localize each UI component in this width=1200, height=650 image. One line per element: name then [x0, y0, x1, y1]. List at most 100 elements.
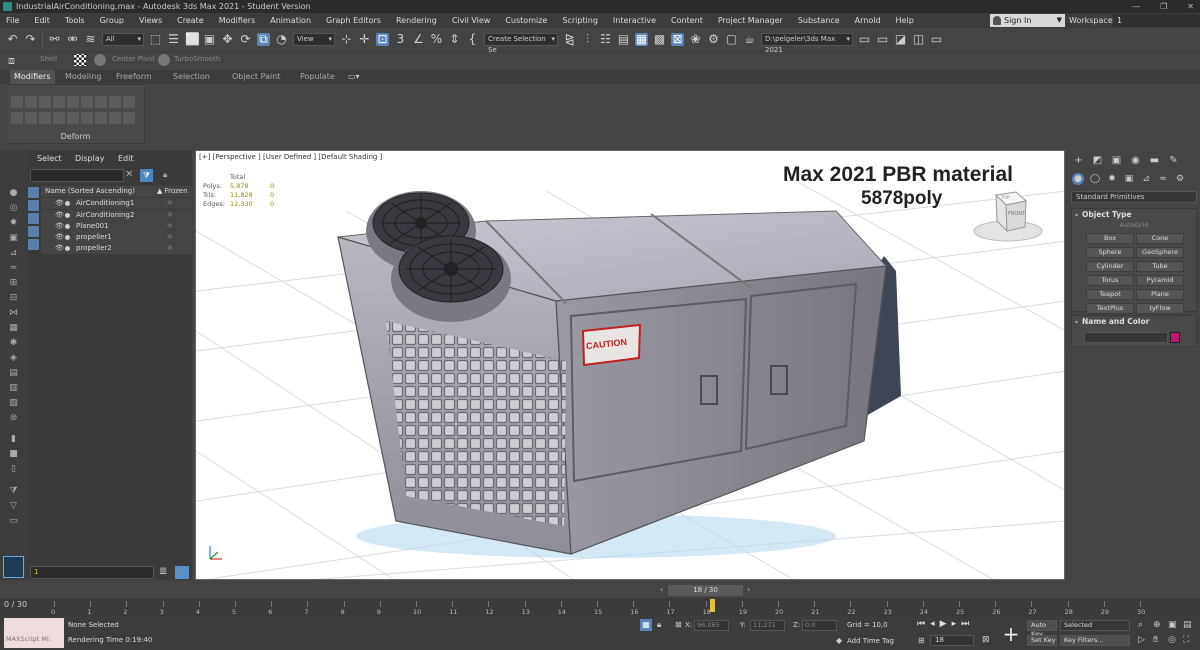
material-editor-icon[interactable]: ❀	[689, 33, 702, 46]
display-xrefs-icon[interactable]: ⊟	[7, 292, 20, 304]
scene-row[interactable]: 👁︎ AirConditioning2 ✱	[41, 210, 192, 221]
scene-menu-edit[interactable]: Edit	[118, 154, 134, 163]
menu-content[interactable]: Content	[671, 16, 703, 25]
filter-geometry-icon[interactable]	[28, 187, 39, 198]
explorer-mode-toggle[interactable]	[3, 556, 24, 578]
create-tab-icon[interactable]: +	[1072, 154, 1085, 167]
menu-animation[interactable]: Animation	[270, 16, 311, 25]
pyramid-button[interactable]: Pyramid	[1136, 275, 1184, 286]
x-coordinate-field[interactable]: 96,065	[694, 620, 729, 631]
rectangle-selection-icon[interactable]: ⬜	[185, 33, 200, 46]
stretch-icon[interactable]	[67, 96, 79, 108]
affect-region-icon[interactable]	[67, 112, 79, 124]
filter-lights-icon[interactable]	[28, 213, 39, 224]
menu-rendering[interactable]: Rendering	[396, 16, 437, 25]
layer-explorer-icon[interactable]: ▤	[617, 33, 630, 46]
zoom-extents-all-icon[interactable]: ▤	[1183, 620, 1192, 630]
pan-icon[interactable]: ✋︎	[1153, 635, 1158, 645]
display-all-icon[interactable]: ▤	[7, 367, 20, 379]
isolate-selection-icon[interactable]: ▦	[640, 619, 652, 631]
menu-edit[interactable]: Edit	[34, 16, 50, 25]
percent-snap-icon[interactable]: %	[430, 33, 443, 46]
y-coordinate-field[interactable]: 11,271	[750, 620, 785, 631]
noise-icon[interactable]	[53, 96, 65, 108]
previous-key-icon[interactable]: ◂	[930, 619, 935, 633]
select-and-move-icon[interactable]: ✥	[221, 33, 234, 46]
current-frame-marker[interactable]	[710, 599, 715, 612]
display-objects-icon[interactable]: ●	[7, 187, 20, 199]
viewcube[interactable]: TOP FRONT	[971, 189, 1046, 244]
menu-views[interactable]: Views	[139, 16, 162, 25]
layer-dropdown[interactable]: 1	[30, 566, 154, 579]
column-frozen-header[interactable]: ▲ Frozen	[157, 186, 188, 197]
select-by-name-icon[interactable]: ☰	[167, 33, 180, 46]
eye-icon[interactable]: 👁︎	[55, 221, 64, 232]
timeline[interactable]: 0 / 30 0 1 2 3 4 5 6 7 8 9 10 11 12 13 14 15 16 17 18 19 20 2…	[0, 598, 1200, 616]
substance-icon[interactable]: ◫	[912, 33, 925, 46]
hierarchy-tab-icon[interactable]: ▣	[1110, 154, 1123, 167]
center-pivot-button[interactable]: Center Pivot	[112, 55, 155, 63]
eye-icon[interactable]: 👁︎	[55, 210, 64, 221]
select-manipulate-icon[interactable]: ✛	[358, 33, 371, 46]
next-key-icon[interactable]: ▸	[952, 619, 957, 633]
workspaces-dropdown[interactable]: 1	[1113, 14, 1200, 27]
shapes-icon[interactable]: ◯	[1089, 173, 1101, 185]
viewcube-front-label[interactable]: FRONT	[1008, 211, 1025, 217]
add-time-tag[interactable]: Add Time Tag	[847, 637, 894, 645]
box-button[interactable]: Box	[1086, 233, 1134, 244]
menu-civil-view[interactable]: Civil View	[452, 16, 491, 25]
layers-icon[interactable]: ≣	[159, 566, 171, 579]
scene-row[interactable]: 👁︎ propeller2 ✱	[41, 243, 192, 254]
next-frame-icon[interactable]: ›	[747, 585, 750, 594]
frozen-icon[interactable]: ✱	[167, 221, 173, 232]
lock-icon[interactable]: 🔒︎	[163, 170, 167, 180]
filter-icon[interactable]: ⧩	[140, 169, 153, 182]
mirror-icon[interactable]: ⧎	[563, 33, 576, 46]
bend-icon[interactable]	[11, 96, 23, 108]
time-tag-icon[interactable]: ◆	[836, 636, 842, 645]
spacewarps-icon[interactable]: ≈	[1157, 173, 1169, 185]
spherify-icon[interactable]	[53, 112, 65, 124]
display-frozen-icon[interactable]: ✱	[7, 337, 20, 349]
selection-filter-dropdown[interactable]: All	[102, 33, 144, 46]
tab-freeform[interactable]: Freeform	[116, 70, 152, 84]
menu-arnold[interactable]: Arnold	[855, 16, 881, 25]
zoom-icon[interactable]: ⌕	[1138, 620, 1143, 630]
selection-lock-icon[interactable]: 🔒︎	[657, 620, 661, 630]
set-key-icon[interactable]: +	[1000, 623, 1022, 645]
menu-group[interactable]: Group	[100, 16, 124, 25]
previous-frame-icon[interactable]: ‹	[660, 585, 663, 594]
display-cameras-icon[interactable]: ▣	[7, 232, 20, 244]
viewcube-top-label[interactable]: TOP	[1001, 195, 1009, 200]
key-filters-button[interactable]: Key Filters...	[1060, 635, 1130, 646]
auto-key-button[interactable]: Auto Key	[1027, 620, 1057, 638]
select-and-scale-icon[interactable]: ⧉	[257, 33, 270, 46]
menu-graph-editors[interactable]: Graph Editors	[326, 16, 381, 25]
key-mode-icon[interactable]: ⊞	[918, 636, 925, 645]
menu-substance[interactable]: Substance	[798, 16, 840, 25]
shell-button[interactable]: Shell	[40, 55, 57, 63]
geosphere-button[interactable]: GeoSphere	[1136, 247, 1184, 258]
scene-menu-display[interactable]: Display	[75, 154, 105, 163]
time-config-icon[interactable]: ⊠	[982, 635, 990, 645]
edit-named-selection-icon[interactable]: {	[466, 33, 479, 46]
utilities-tab-icon[interactable]: ✎	[1167, 154, 1180, 167]
named-selection-dropdown[interactable]: Create Selection Se	[484, 33, 558, 54]
twist-icon[interactable]	[39, 96, 51, 108]
relax-icon[interactable]	[109, 96, 121, 108]
display-tab-icon[interactable]: ▬	[1148, 154, 1161, 167]
tab-selection[interactable]: Selection	[173, 70, 210, 84]
scene-menu-select[interactable]: Select	[37, 154, 62, 163]
absolute-mode-icon[interactable]: ⊠	[675, 620, 682, 629]
arnold-icon[interactable]: ◪	[894, 33, 907, 46]
display-helpers-icon[interactable]: ⊿	[7, 247, 20, 259]
render-setup-icon[interactable]: ⚙	[707, 33, 720, 46]
document-icon[interactable]: ▯	[7, 463, 20, 475]
helpers-icon[interactable]: ⊿	[1140, 173, 1152, 185]
frozen-icon[interactable]: ✱	[167, 198, 173, 209]
maximize-button[interactable]: ❐	[1160, 0, 1167, 13]
link-icon[interactable]: ⚯	[48, 33, 61, 46]
display-invert-icon[interactable]: ▧	[7, 397, 20, 409]
project-folder-icon[interactable]: ▭	[858, 33, 871, 46]
bind-space-warp-icon[interactable]: ≋	[84, 33, 97, 46]
